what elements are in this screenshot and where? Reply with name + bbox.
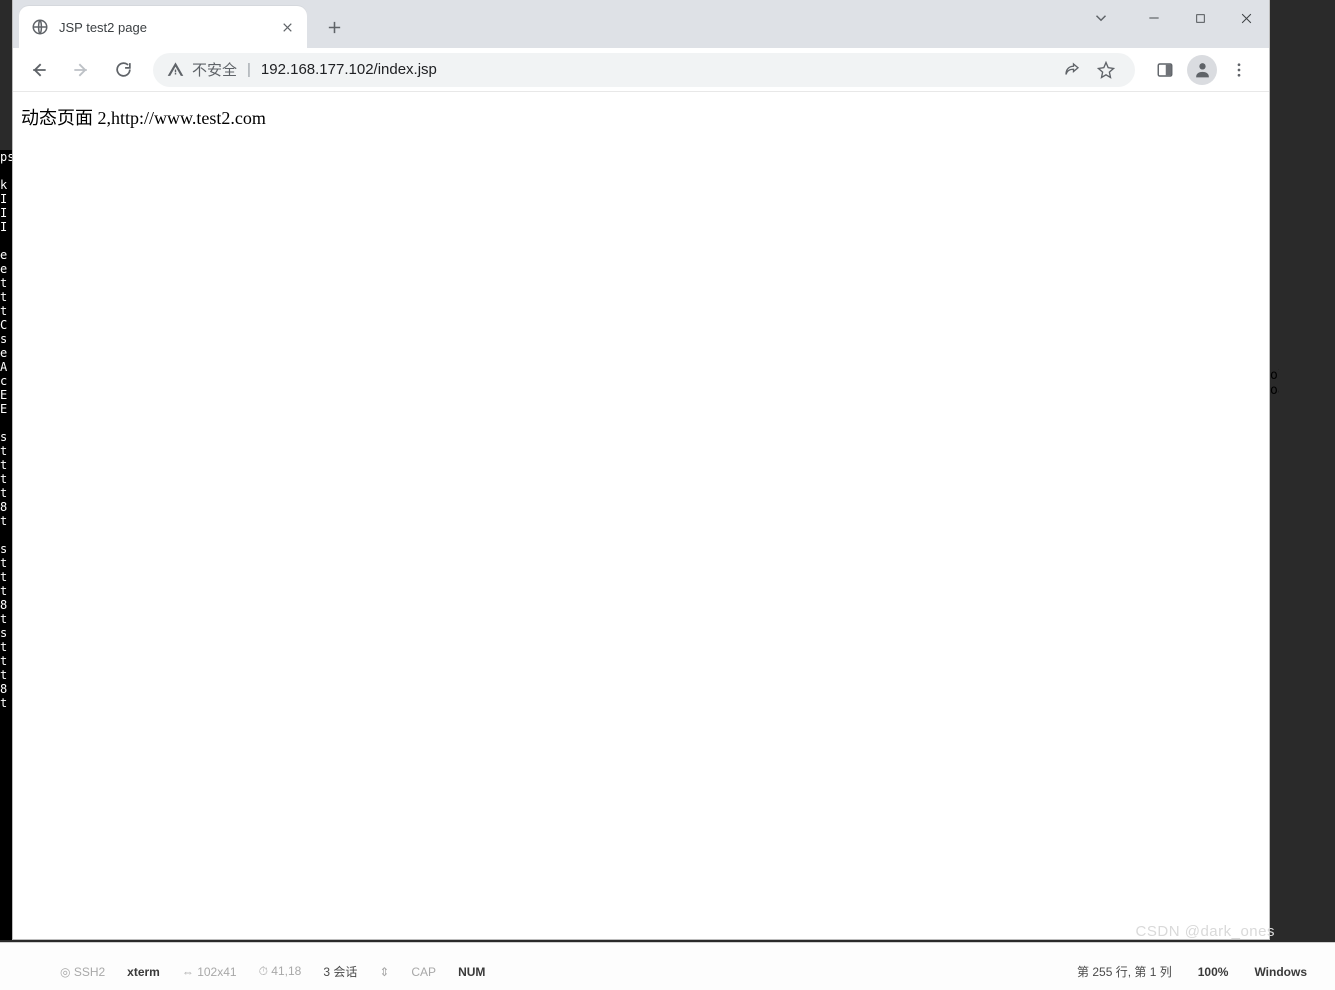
window-close-button[interactable] [1223,0,1269,37]
background-fragment-right: ol oa [1270,368,1279,424]
status-size: ⇔ 102x41 [182,965,237,979]
status-updown-icon: ⇕ [379,965,389,979]
window-minimize-button[interactable] [1131,0,1177,37]
menu-button[interactable] [1221,52,1257,88]
side-panel-button[interactable] [1147,52,1183,88]
bookmark-button[interactable] [1091,55,1121,85]
globe-icon [31,18,49,36]
browser-toolbar: 不安全 | 192.168.177.102/index.jsp [13,48,1269,92]
browser-tab-active[interactable]: JSP test2 page [19,6,307,48]
warning-icon [167,61,184,78]
editor-statusbar: ◎ SSH2 xterm ⇔ 102x41 ⏱ 41,18 3 会话 ⇕ CAP… [0,942,1335,990]
status-zoom: 100% [1198,965,1229,979]
url-text: 192.168.177.102/index.jsp [261,61,437,78]
new-tab-button[interactable] [317,10,351,44]
page-content: 动态页面 2,http://www.test2.com [13,92,1269,939]
background-terminal-left: ps k I I I e e t t t C s e A c E E s t t… [0,150,12,940]
status-line-col: 第 255 行, 第 1 列 [1077,963,1172,980]
tab-search-button[interactable] [1081,0,1121,37]
close-tab-icon[interactable] [279,19,295,35]
security-indicator[interactable]: 不安全 [167,59,237,80]
share-button[interactable] [1057,55,1087,85]
tab-title: JSP test2 page [59,20,269,35]
fragment-right-text: ol oa [1270,368,1279,398]
status-uptime: ⏱ 41,18 [259,964,302,979]
tab-strip: JSP test2 page [13,0,1269,48]
watermark-text: CSDN @dark_ones [1136,923,1275,940]
security-label: 不安全 [192,59,237,80]
window-controls [1081,0,1269,37]
browser-window: JSP test2 page [12,0,1270,940]
window-maximize-button[interactable] [1177,0,1223,37]
page-body-text: 动态页面 2,http://www.test2.com [21,104,1261,130]
profile-button[interactable] [1187,55,1217,85]
reload-button[interactable] [105,52,141,88]
address-bar[interactable]: 不安全 | 192.168.177.102/index.jsp [153,53,1135,87]
address-separator: | [247,61,251,78]
status-num: NUM [458,965,485,979]
toolbar-right-icons [1147,52,1261,88]
terminal-left-text: ps k I I I e e t t t C s e A c E E s t t… [0,150,12,710]
status-cap: CAP [411,965,436,979]
status-term: xterm [127,965,160,979]
status-os: Windows [1254,965,1307,979]
status-sessions: 3 会话 [323,963,357,980]
forward-button[interactable] [63,52,99,88]
status-ssh: ◎ SSH2 [60,965,105,979]
back-button[interactable] [21,52,57,88]
